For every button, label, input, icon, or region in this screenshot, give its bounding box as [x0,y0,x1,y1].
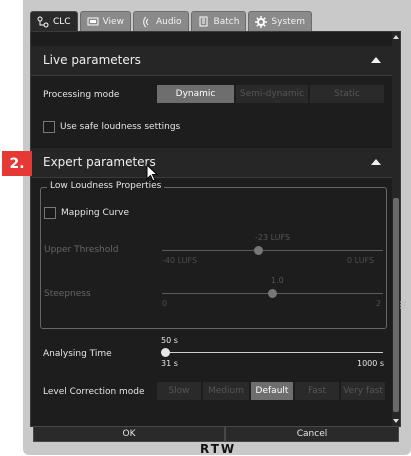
cancel-button[interactable]: Cancel [225,426,399,442]
level-option-label: Very fast [343,386,383,396]
tab-clc[interactable]: CLC [30,11,78,31]
resize-grip-icon[interactable] [400,300,406,310]
batch-icon [199,16,208,26]
mode-semi-dynamic-button[interactable]: Semi-dynamic [236,85,308,103]
steepness-max: 2 [376,299,382,308]
steepness-knob[interactable] [268,289,277,298]
steepness-value: 1.0 [271,276,284,285]
gear-icon [255,15,268,28]
upper-threshold-value: -23 LUFS [255,233,291,242]
analysing-time-min: 31 s [161,359,178,368]
steepness-label: Steepness [44,289,91,299]
mode-label: Static [334,89,360,99]
section-title: Live parameters [43,53,141,67]
live-parameters-header[interactable]: Live parameters [31,46,393,76]
mouse-pointer-icon [146,164,159,182]
analysing-time-max: 1000 s [357,359,385,368]
level-option-label: Slow [168,386,190,396]
level-very-fast-button[interactable]: Very fast [341,382,385,400]
tab-view[interactable]: View [79,11,131,31]
analysing-time-value: 50 s [161,336,178,345]
level-fast-button[interactable]: Fast [295,382,339,400]
expert-parameters-header[interactable]: Expert parameters [31,148,393,178]
upper-threshold-label: Upper Threshold [44,245,119,255]
tab-label: Audio [155,16,182,27]
level-option-label: Default [255,386,289,396]
ok-label: OK [122,429,136,439]
analysing-time-track[interactable] [161,352,383,353]
tab-label: Batch [213,16,240,27]
tab-label: View [102,16,124,27]
tab-label: System [271,16,305,27]
analysing-time-knob[interactable] [161,348,170,357]
level-slow-button[interactable]: Slow [157,382,201,400]
level-default-button[interactable]: Default [251,382,293,400]
cancel-label: Cancel [296,429,328,439]
low-loudness-fieldset: Low Loudness Properties Mapping Curve Up… [40,181,387,329]
upper-threshold-knob[interactable] [254,246,263,255]
upper-threshold-track[interactable] [162,250,383,251]
tab-batch[interactable]: Batch [190,11,247,31]
mode-dynamic-button[interactable]: Dynamic [157,85,234,103]
level-option-label: Medium [208,386,244,396]
mapping-curve-checkbox[interactable] [44,207,56,219]
scrollbar-thumb[interactable] [393,198,399,412]
analysing-time-label: Analysing Time [43,349,112,359]
audio-icon [143,16,149,27]
upper-threshold-max: 0 LUFS [347,256,375,265]
step-badge: 2. [2,151,32,176]
monitor-icon [87,17,99,25]
upper-threshold-min: -40 LUFS [162,256,198,265]
ok-button[interactable]: OK [33,426,225,442]
safe-loudness-checkbox[interactable] [43,121,55,133]
tab-system[interactable]: System [248,11,312,31]
scroll-down-icon[interactable] [393,419,399,423]
clc-icon [37,16,49,27]
level-medium-button[interactable]: Medium [203,382,249,400]
level-correction-label: Level Correction mode [43,387,145,397]
scroll-up-icon[interactable] [393,35,399,39]
safe-loudness-label: Use safe loudness settings [60,122,181,132]
mode-label: Dynamic [175,89,216,99]
section-title: Expert parameters [43,155,156,169]
rtw-logo: RTW [200,442,237,456]
level-option-label: Fast [307,386,327,396]
tab-audio[interactable]: Audio [132,11,189,31]
tab-bar: CLC View Audio Batch System [30,11,312,32]
processing-mode-label: Processing mode [43,90,120,100]
tab-label: CLC [53,16,71,27]
fieldset-legend: Low Loudness Properties [47,181,165,191]
mode-label: Semi-dynamic [239,89,305,99]
mode-static-button[interactable]: Static [310,85,384,103]
collapse-arrow-icon[interactable] [371,159,381,165]
scrollbar[interactable] [392,32,400,426]
settings-panel: Live parameters Processing mode Dynamic … [30,31,401,427]
steepness-min: 0 [162,299,168,308]
collapse-arrow-icon[interactable] [371,57,381,63]
mapping-curve-label: Mapping Curve [61,208,130,218]
